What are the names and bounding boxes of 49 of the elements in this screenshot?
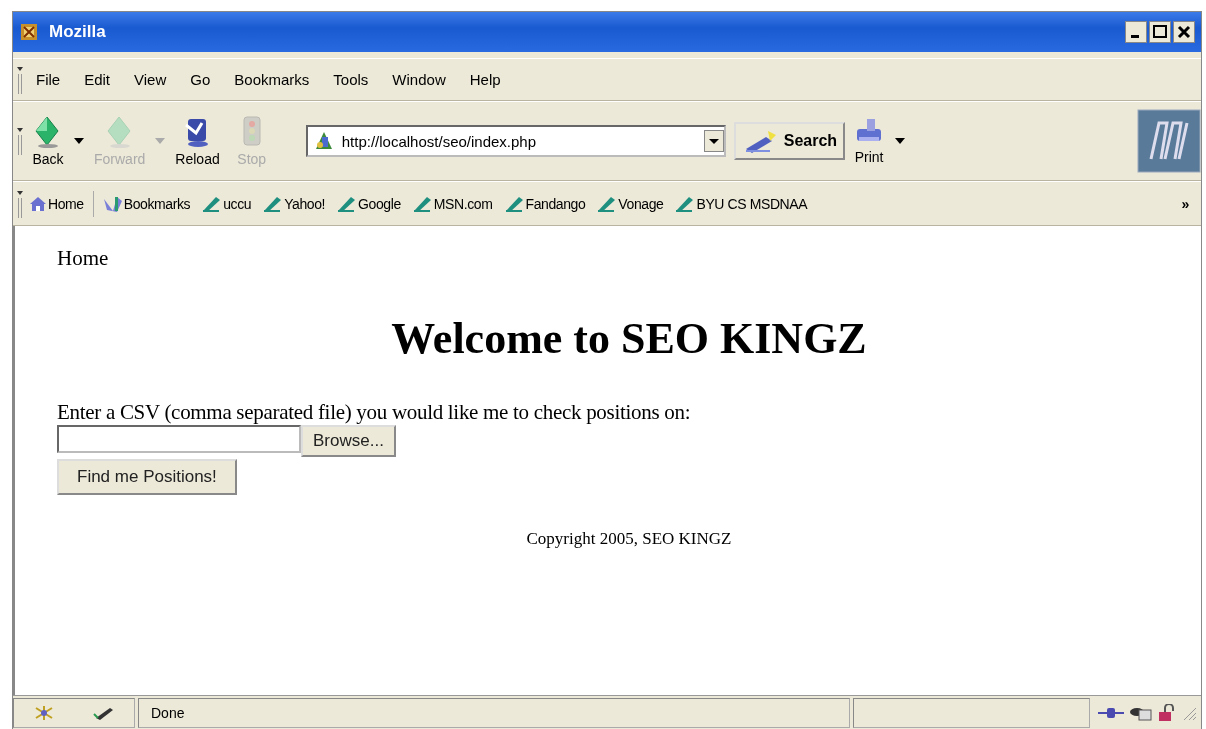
house-icon bbox=[29, 195, 47, 212]
menu-item[interactable]: View bbox=[122, 71, 179, 88]
resize-grip-icon bbox=[1181, 705, 1197, 721]
throbber-logo-icon bbox=[1137, 109, 1201, 173]
bookmark-item[interactable]: MSN.com bbox=[405, 194, 498, 213]
bookmarks-icon bbox=[102, 194, 123, 213]
minimize-icon[interactable] bbox=[1125, 21, 1147, 43]
menu-item[interactable]: Help bbox=[457, 71, 513, 88]
bookmark-item[interactable]: Fandango bbox=[497, 194, 591, 213]
lock-icon[interactable] bbox=[1157, 704, 1177, 722]
connection-icon bbox=[1097, 705, 1125, 721]
bookmark-item[interactable]: BYU CS MSDNAA bbox=[668, 194, 813, 213]
menu-item[interactable]: File bbox=[24, 71, 73, 88]
menu-item[interactable]: Window bbox=[380, 71, 458, 88]
menu-item[interactable]: Edit bbox=[72, 71, 123, 88]
bookmark-item[interactable]: Bookmarks bbox=[97, 194, 196, 213]
caret-icon[interactable] bbox=[72, 136, 86, 146]
bookmark-item[interactable]: Vonage bbox=[590, 194, 669, 213]
caret-icon[interactable] bbox=[893, 136, 908, 146]
bookmark-item[interactable]: Yahoo! bbox=[256, 194, 331, 213]
back-button[interactable]: Back bbox=[24, 115, 72, 167]
menu-item[interactable]: Go bbox=[178, 71, 223, 88]
reload-button[interactable]: Reload bbox=[167, 115, 228, 167]
toolbar-grip-icon bbox=[16, 64, 24, 95]
menu-item[interactable]: Tools bbox=[321, 71, 381, 88]
bookmark-item[interactable]: uccu bbox=[195, 194, 257, 213]
file-path-field[interactable] bbox=[57, 425, 301, 453]
copyright-text: Copyright 2005, SEO KINGZ bbox=[526, 529, 732, 549]
status-text: Done bbox=[151, 705, 185, 721]
submit-button[interactable]: Find me Positions! bbox=[57, 459, 237, 495]
maximize-icon[interactable] bbox=[1149, 21, 1171, 43]
address-field[interactable]: http://localhost/seo/index.php bbox=[305, 125, 726, 157]
search-button[interactable]: Search bbox=[733, 122, 846, 160]
page-heading: Welcome to SEO KINGZ bbox=[391, 313, 867, 364]
window-title: Mozilla bbox=[49, 22, 106, 42]
upload-prompt: Enter a CSV (comma separated file) you would like me to check positions on: bbox=[57, 400, 691, 425]
bookmark-item[interactable]: Google bbox=[330, 194, 406, 213]
toolbar-grip-icon bbox=[16, 126, 24, 156]
dropdown-icon[interactable] bbox=[703, 130, 724, 152]
more-bookmarks-button[interactable]: » bbox=[1169, 195, 1201, 212]
page-icon bbox=[313, 131, 334, 151]
toolbar-grip-icon bbox=[16, 188, 24, 219]
bookmark-item[interactable]: Home bbox=[24, 195, 89, 212]
browse-button[interactable]: Browse... bbox=[301, 425, 396, 457]
app-icon bbox=[19, 22, 39, 42]
print-button[interactable]: Print bbox=[845, 117, 894, 165]
menu-item[interactable]: Bookmarks bbox=[222, 71, 322, 88]
close-icon[interactable] bbox=[1173, 21, 1195, 43]
nav-link[interactable]: Home bbox=[57, 246, 109, 271]
